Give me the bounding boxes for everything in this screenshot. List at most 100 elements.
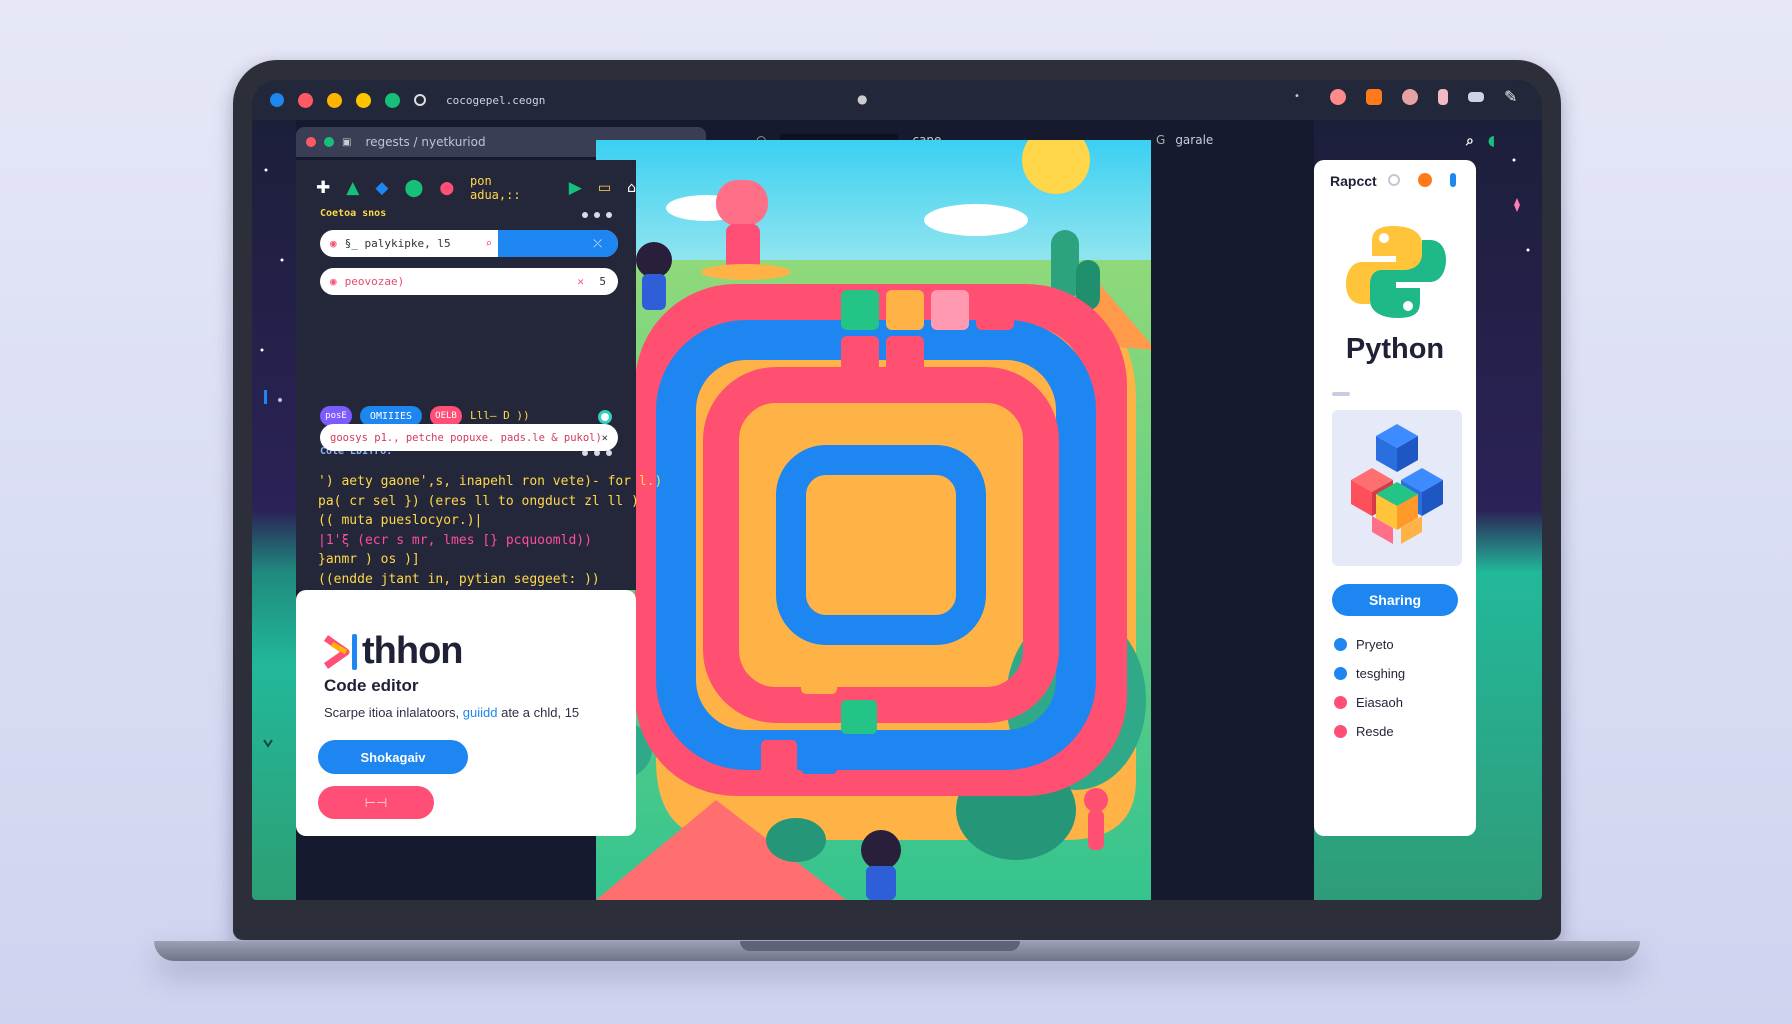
circle-icon[interactable]: ⬤ xyxy=(404,179,423,197)
python-title: Python xyxy=(1345,333,1445,365)
maximize-window-button[interactable] xyxy=(356,92,371,108)
list-item-label: Pryeto xyxy=(1356,637,1394,652)
clear-icon[interactable]: ✕ xyxy=(602,432,608,444)
editor-command-value: goosys p1., petche popuxe. pads.le & puk… xyxy=(330,431,602,444)
chip-oelb[interactable]: OELB xyxy=(430,406,462,426)
record-icon: ◉ xyxy=(330,237,337,250)
search-field[interactable]: ◉ peovozae) ✕ 5 xyxy=(320,268,618,295)
python-info-card: thhon Code editor Scarpe itioa inlalatoo… xyxy=(296,590,636,836)
profile-icon[interactable] xyxy=(1330,89,1346,105)
tab-end-icons: ⌕ ◖ xyxy=(1466,133,1495,149)
monitor-icon[interactable]: ▭ xyxy=(598,181,611,195)
panel-list: Pryeto tesghing Eiasaoh Resde xyxy=(1334,630,1405,746)
leaf-icon[interactable]: ◖ xyxy=(1488,133,1495,149)
add-icon[interactable]: ✚ xyxy=(316,179,330,197)
settings-icon[interactable] xyxy=(1418,173,1432,187)
secondary-action-button[interactable]: ⊢⊣ xyxy=(318,786,434,819)
compass-icon[interactable] xyxy=(270,93,284,107)
game-canvas[interactable] xyxy=(596,140,1151,900)
minimize-window-button[interactable] xyxy=(327,92,342,108)
terminal-chevron-icon xyxy=(324,633,357,670)
panel-header: Rapcct xyxy=(1330,173,1377,189)
editor-command-field[interactable]: goosys p1., petche popuxe. pads.le & puk… xyxy=(320,424,618,451)
package-field[interactable]: ◉ §_ palykipke, l5 ⌕ ⤫ xyxy=(320,230,618,257)
cube-illustration xyxy=(1332,410,1462,566)
chip-pose[interactable]: posE xyxy=(320,406,352,426)
maze-scene xyxy=(596,140,1151,900)
clear-icon[interactable]: ✕ xyxy=(577,275,584,288)
code-toolbar: ✚ ▲ ◆ ⬤ ⬤ pon adua,:: ▶ ▭ ⌂ xyxy=(316,174,636,202)
python-logo-icon xyxy=(1346,226,1446,318)
stars-decoration xyxy=(260,168,284,748)
magnifier-icon[interactable]: ⌕ xyxy=(1466,133,1474,149)
reload-icon[interactable] xyxy=(414,94,426,106)
bullet-icon xyxy=(1334,725,1347,738)
divider xyxy=(1332,392,1350,396)
desc-part-3: ate a chld, 15 xyxy=(501,705,580,720)
code-line: }anmr ) os )] xyxy=(318,552,420,567)
right-panel: Rapcct Python Sharing Pryeto tesghing Ei… xyxy=(1314,160,1476,836)
bullet-icon xyxy=(1334,667,1347,680)
desc-link[interactable]: guiidd xyxy=(463,705,498,720)
primary-action-button[interactable]: Shokagaiv xyxy=(318,740,468,774)
panel-header-icons xyxy=(1388,173,1456,187)
list-item[interactable]: Resde xyxy=(1334,717,1405,746)
code-editor-text[interactable]: ') aety gaone',s, inapehl ron vete)- for… xyxy=(318,472,662,589)
laptop-notch xyxy=(740,941,1020,951)
search-right-label: garale xyxy=(1175,133,1214,147)
file-icon: ▣ xyxy=(342,136,352,148)
package-field-value: §_ palykipke, l5 xyxy=(344,237,451,250)
sharing-button[interactable]: Sharing xyxy=(1332,584,1458,616)
search-right[interactable]: G garale xyxy=(1156,133,1213,147)
diamond-icon[interactable]: ◆ xyxy=(375,179,388,197)
list-item-label: Resde xyxy=(1356,724,1394,739)
toolbar-right-icons: • ✎ xyxy=(1294,89,1520,105)
more-vertical-icon[interactable] xyxy=(1450,173,1456,187)
mic-icon[interactable] xyxy=(1438,89,1448,105)
list-item-label: Eiasaoh xyxy=(1356,695,1403,710)
code-line: ') aety gaone',s, inapehl ron vete)- for… xyxy=(318,474,663,489)
more-icon[interactable]: • xyxy=(1294,89,1310,105)
tab-expand-button[interactable] xyxy=(324,137,334,147)
bullet-icon xyxy=(1334,696,1347,709)
record-icon[interactable]: ⬤ xyxy=(439,182,454,195)
extensions-icon[interactable] xyxy=(1402,89,1418,105)
list-item[interactable]: Eiasaoh xyxy=(1334,688,1405,717)
search-field-value: peovozae) xyxy=(344,275,405,288)
field-action-button[interactable]: ⤫ xyxy=(498,230,618,257)
fullscreen-window-button[interactable] xyxy=(385,92,400,108)
desc-part-1: Scarpe itioa inlalatoors, xyxy=(324,705,460,720)
search-field-suffix: 5 xyxy=(599,275,606,288)
breadcrumb[interactable]: regests / nyetkuriod xyxy=(365,135,485,149)
section-1-menu[interactable] xyxy=(582,212,612,218)
cubes-icon xyxy=(1351,424,1443,544)
home-icon[interactable]: ⌂ xyxy=(627,181,636,195)
left-background-strip xyxy=(252,120,296,900)
code-line: (( muta pueslocyor.)| xyxy=(318,513,483,528)
google-icon: G xyxy=(1156,133,1166,147)
search-icon[interactable]: ⌕ xyxy=(485,237,492,250)
address-bar[interactable]: cocogepel.ceogn xyxy=(446,94,545,107)
laptop-screen: cocogepel.ceogn ● • ✎ ▣ regests / nyetku… xyxy=(252,80,1542,900)
toggle-icon[interactable] xyxy=(598,410,612,424)
section-title-1: Coetoa snos xyxy=(320,208,387,219)
radio-icon[interactable] xyxy=(1388,174,1400,186)
list-item[interactable]: Pryeto xyxy=(1334,630,1405,659)
edit-icon[interactable]: ✎ xyxy=(1504,89,1520,105)
browser-topbar: cocogepel.ceogn ● • ✎ xyxy=(252,80,1542,120)
play-icon[interactable]: ▶ xyxy=(569,179,582,197)
window-icon[interactable] xyxy=(1468,92,1484,102)
code-line: pa( cr sel }) (eres ll to ongduct zl ll … xyxy=(318,493,639,509)
card-subtitle: Code editor xyxy=(324,676,419,695)
drop-icon[interactable]: ▲ xyxy=(346,179,359,197)
card-description: Scarpe itioa inlalatoors, guiidd ate a c… xyxy=(324,705,579,720)
code-line: ((endde jtant in, pytian seggeet: )) xyxy=(318,571,600,587)
chip-omiiies[interactable]: OMIIIES xyxy=(360,406,422,426)
close-window-button[interactable] xyxy=(298,92,313,108)
bullet-icon xyxy=(1334,638,1347,651)
tab-close-button[interactable] xyxy=(306,137,316,147)
python-logo: thhon xyxy=(324,630,464,673)
list-item-label: tesghing xyxy=(1356,666,1406,681)
list-item[interactable]: tesghing xyxy=(1334,659,1405,688)
bookmark-icon[interactable] xyxy=(1366,89,1382,105)
